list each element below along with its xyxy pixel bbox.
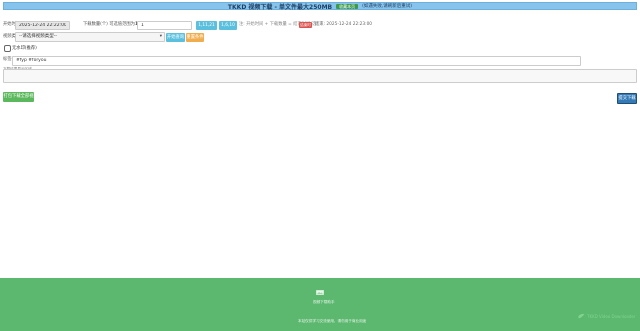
watermark-text: TKKD Video Downloader	[587, 313, 636, 319]
count-preset-a-button[interactable]: 1,11,21	[196, 20, 217, 30]
type-select-value: --请选择视频类型--	[19, 34, 57, 39]
bird-icon	[578, 313, 585, 319]
footer-caption: 视频下载助手	[313, 300, 335, 304]
page-title: TKKD 视频下载 - 单文件最大250MB	[227, 3, 333, 11]
banner-note: (如遇失败,请刷新后重试)	[362, 4, 413, 9]
no-watermark-label: 无水印(推荐)	[12, 45, 37, 51]
footer-watermark: TKKD Video Downloader	[578, 313, 636, 319]
no-watermark-checkbox[interactable]	[4, 45, 11, 52]
tag-input[interactable]	[12, 55, 581, 66]
query-button[interactable]: 开始查询	[166, 32, 185, 42]
end-time-badge: 结束时间	[299, 22, 312, 33]
count-input[interactable]	[137, 20, 192, 30]
chevron-down-icon: ▾	[159, 34, 162, 39]
bookmark-button[interactable]: 收藏本页	[336, 3, 359, 9]
type-select[interactable]: --请选择视频类型-- ▾	[15, 32, 165, 42]
footer-copyright: 本站仅供学习交流使用，请勿用于商业用途	[298, 319, 367, 323]
end-time-text: 结束: 2025-12-24 22:23:00	[315, 22, 373, 27]
result-textarea[interactable]	[3, 69, 637, 83]
broken-image-icon	[316, 290, 324, 295]
download-all-button[interactable]: 打包下载全部视频	[3, 91, 34, 109]
count-label-prefix: 下载数量(个) 可选值范围为	[83, 22, 135, 27]
reset-button[interactable]: 重置条件	[186, 32, 204, 42]
start-time-input[interactable]	[15, 20, 70, 30]
page: TKKD 视频下载 - 单文件最大250MB 收藏本页 (如遇失败,请刷新后重试…	[0, 0, 640, 331]
submit-button[interactable]: 提交下载	[617, 93, 637, 104]
top-banner: TKKD 视频下载 - 单文件最大250MB 收藏本页 (如遇失败,请刷新后重试…	[3, 2, 637, 11]
count-preset-b-button[interactable]: 1,6,10	[219, 20, 237, 30]
